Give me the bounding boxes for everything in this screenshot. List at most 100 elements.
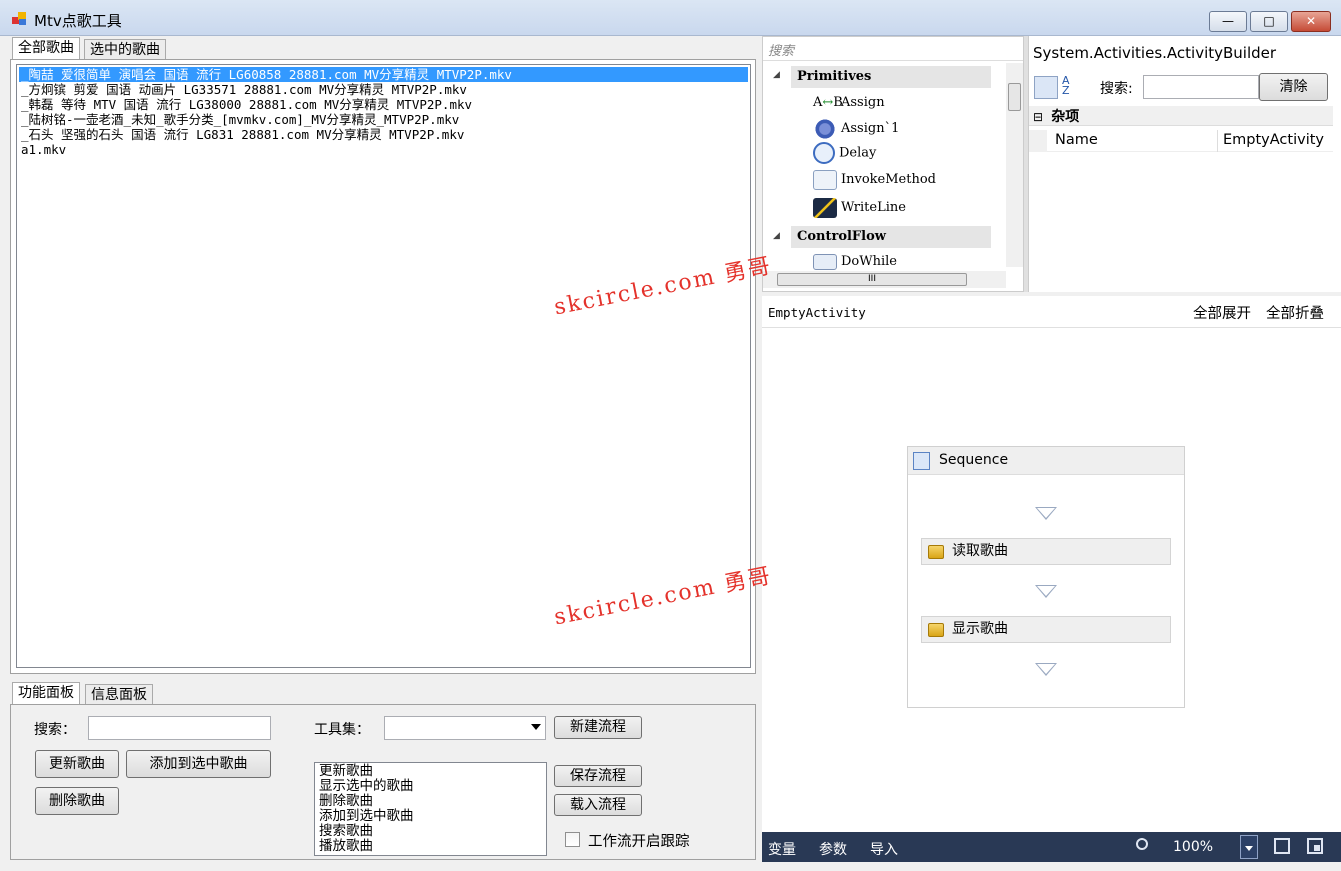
activity-icon bbox=[928, 545, 944, 559]
add-to-selected-button[interactable]: 添加到选中歌曲 bbox=[126, 750, 271, 778]
toolbox-item-label: DoWhile bbox=[841, 254, 897, 269]
property-category-row[interactable]: ⊟ 杂项 bbox=[1029, 106, 1333, 126]
list-item[interactable]: _陆树铭-一壶老酒_未知_歌手分类_[mvmkv.com]_MV分享精灵_MTV… bbox=[19, 112, 748, 127]
tab-selected-songs[interactable]: 选中的歌曲 bbox=[84, 39, 166, 61]
drop-arrow-icon[interactable] bbox=[1035, 663, 1057, 676]
trace-checkbox[interactable] bbox=[565, 832, 580, 847]
designer-header: EmptyActivity 全部展开 全部折叠 bbox=[762, 296, 1341, 328]
search-icon[interactable] bbox=[1136, 838, 1148, 850]
dowhile-icon bbox=[813, 253, 837, 270]
toolbox-item-assign[interactable]: A↔BAssign bbox=[813, 92, 885, 114]
fit-to-screen-icon[interactable] bbox=[1274, 838, 1290, 854]
activity-label: 读取歌曲 bbox=[952, 543, 1008, 559]
zoom-dropdown-button[interactable] bbox=[1240, 835, 1258, 859]
list-item[interactable]: _石头 坚强的石头 国语 流行 LG831 28881.com MV分享精灵 M… bbox=[19, 127, 748, 142]
property-category-label: 杂项 bbox=[1051, 109, 1080, 125]
save-flow-button[interactable]: 保存流程 bbox=[554, 765, 642, 787]
toolbox-item-label: Assign`1 bbox=[841, 121, 900, 136]
window-title: Mtv点歌工具 bbox=[34, 12, 122, 30]
toolbox-horizontal-scrollbar[interactable]: III bbox=[763, 271, 1006, 288]
update-songs-button[interactable]: 更新歌曲 bbox=[35, 750, 119, 778]
toolbox-category-controlflow[interactable]: ControlFlow bbox=[791, 226, 991, 248]
property-search-label: 搜索: bbox=[1100, 81, 1133, 97]
toolbox-category-primitives[interactable]: Primitives bbox=[791, 66, 991, 88]
scrollbar-thumb[interactable]: III bbox=[777, 273, 967, 286]
tab-function-panel[interactable]: 功能面板 bbox=[12, 682, 80, 706]
sort-az-icon[interactable]: AZ bbox=[1062, 75, 1086, 99]
property-search-input[interactable] bbox=[1143, 75, 1259, 99]
maximize-button[interactable]: □ bbox=[1250, 11, 1288, 32]
tab-info-panel[interactable]: 信息面板 bbox=[85, 684, 153, 706]
tab-all-songs[interactable]: 全部歌曲 bbox=[12, 37, 80, 61]
toolbox-item-label: Assign bbox=[841, 95, 885, 110]
chevron-down-icon[interactable] bbox=[531, 724, 541, 730]
variables-tab[interactable]: 变量 bbox=[768, 839, 796, 859]
list-item[interactable]: 播放歌曲 bbox=[319, 839, 542, 854]
toolbox-item-delay[interactable]: Delay bbox=[813, 142, 876, 164]
clear-button[interactable]: 清除 bbox=[1259, 73, 1328, 101]
delete-song-button[interactable]: 删除歌曲 bbox=[35, 787, 119, 815]
minimize-button[interactable]: — bbox=[1209, 11, 1247, 32]
arguments-tab[interactable]: 参数 bbox=[819, 839, 847, 859]
writeline-icon bbox=[813, 197, 837, 218]
property-row-name[interactable]: Name EmptyActivity bbox=[1029, 130, 1333, 152]
collapse-toggle[interactable]: ◢ bbox=[773, 70, 780, 80]
toolbox: 搜索 ◢ Primitives A↔BAssign Assign`1 Delay… bbox=[762, 36, 1024, 292]
collapse-all-link[interactable]: 全部折叠 bbox=[1266, 302, 1324, 323]
toolset-label: 工具集： bbox=[314, 722, 370, 738]
toolbox-item-assign-generic[interactable]: Assign`1 bbox=[813, 118, 899, 140]
gear-icon bbox=[813, 118, 837, 139]
activity-label: 显示歌曲 bbox=[952, 621, 1008, 637]
list-item[interactable]: _陶喆 爱很简单 演唱会 国语 流行 LG60858 28881.com MV分… bbox=[19, 67, 748, 82]
toolbox-item-label: Delay bbox=[839, 145, 877, 161]
assign-icon: A↔B bbox=[813, 94, 843, 110]
load-flow-button[interactable]: 载入流程 bbox=[554, 794, 642, 816]
drop-arrow-icon[interactable] bbox=[1035, 585, 1057, 598]
drop-arrow-icon[interactable] bbox=[1035, 507, 1057, 520]
sequence-header[interactable]: Sequence bbox=[908, 447, 1184, 475]
chevron-down-icon bbox=[1245, 846, 1253, 851]
toolbox-vertical-scrollbar[interactable] bbox=[1006, 63, 1023, 267]
categorized-view-icon[interactable] bbox=[1034, 76, 1058, 99]
collapse-icon[interactable]: ⊟ bbox=[1033, 110, 1043, 124]
search-input[interactable] bbox=[88, 716, 271, 740]
breadcrumb[interactable]: EmptyActivity bbox=[768, 305, 866, 320]
toolbox-item-writeline[interactable]: WriteLine bbox=[813, 197, 906, 219]
list-item[interactable]: a1.mkv bbox=[19, 142, 748, 157]
song-list[interactable]: _陶喆 爱很简单 演唱会 国语 流行 LG60858 28881.com MV分… bbox=[16, 64, 751, 668]
sequence-title: Sequence bbox=[939, 452, 1009, 468]
search-label: 搜索： bbox=[34, 722, 76, 738]
title-bar[interactable]: Mtv点歌工具 — □ ✕ bbox=[0, 0, 1341, 36]
list-item[interactable]: _韩磊 等待 MTV 国语 流行 LG38000 28881.com MV分享精… bbox=[19, 97, 748, 112]
list-item[interactable]: 更新歌曲 bbox=[319, 764, 542, 779]
toolbox-item-dowhile[interactable]: DoWhile bbox=[813, 251, 897, 273]
property-grid: System.Activities.ActivityBuilder AZ 搜索:… bbox=[1028, 36, 1341, 292]
toolset-select[interactable] bbox=[384, 716, 546, 740]
toolbox-item-invokemethod[interactable]: InvokeMethod bbox=[813, 169, 936, 191]
activity-show-songs[interactable]: 显示歌曲 bbox=[921, 616, 1171, 643]
list-item[interactable]: 删除歌曲 bbox=[319, 794, 542, 809]
collapse-toggle[interactable]: ◢ bbox=[773, 231, 780, 241]
close-button[interactable]: ✕ bbox=[1291, 11, 1331, 32]
list-item[interactable]: _方炯镔 剪爱 国语 动画片 LG33571 28881.com MV分享精灵 … bbox=[19, 82, 748, 97]
scrollbar-thumb[interactable] bbox=[1008, 83, 1021, 111]
overview-icon[interactable] bbox=[1307, 838, 1323, 854]
imports-tab[interactable]: 导入 bbox=[870, 839, 898, 859]
app-icon bbox=[12, 12, 28, 26]
list-item[interactable]: 搜索歌曲 bbox=[319, 824, 542, 839]
workflow-designer-canvas[interactable]: Sequence 读取歌曲 显示歌曲 bbox=[762, 328, 1341, 832]
activity-icon bbox=[928, 623, 944, 637]
clock-icon bbox=[813, 142, 835, 164]
tool-list[interactable]: 更新歌曲 显示选中的歌曲 删除歌曲 添加到选中歌曲 搜索歌曲 播放歌曲 bbox=[314, 762, 547, 856]
expand-all-link[interactable]: 全部展开 bbox=[1193, 302, 1251, 323]
new-flow-button[interactable]: 新建流程 bbox=[554, 716, 642, 739]
list-item[interactable]: 添加到选中歌曲 bbox=[319, 809, 542, 824]
property-value[interactable]: EmptyActivity bbox=[1223, 132, 1324, 148]
activity-read-songs[interactable]: 读取歌曲 bbox=[921, 538, 1171, 565]
toolbox-search-input[interactable]: 搜索 bbox=[763, 37, 1023, 61]
trace-checkbox-label: 工作流开启跟踪 bbox=[588, 834, 690, 850]
toolbox-item-label: InvokeMethod bbox=[841, 172, 936, 187]
toolbox-item-label: WriteLine bbox=[841, 200, 906, 215]
list-item[interactable]: 显示选中的歌曲 bbox=[319, 779, 542, 794]
sequence-activity[interactable]: Sequence 读取歌曲 显示歌曲 bbox=[907, 446, 1185, 708]
